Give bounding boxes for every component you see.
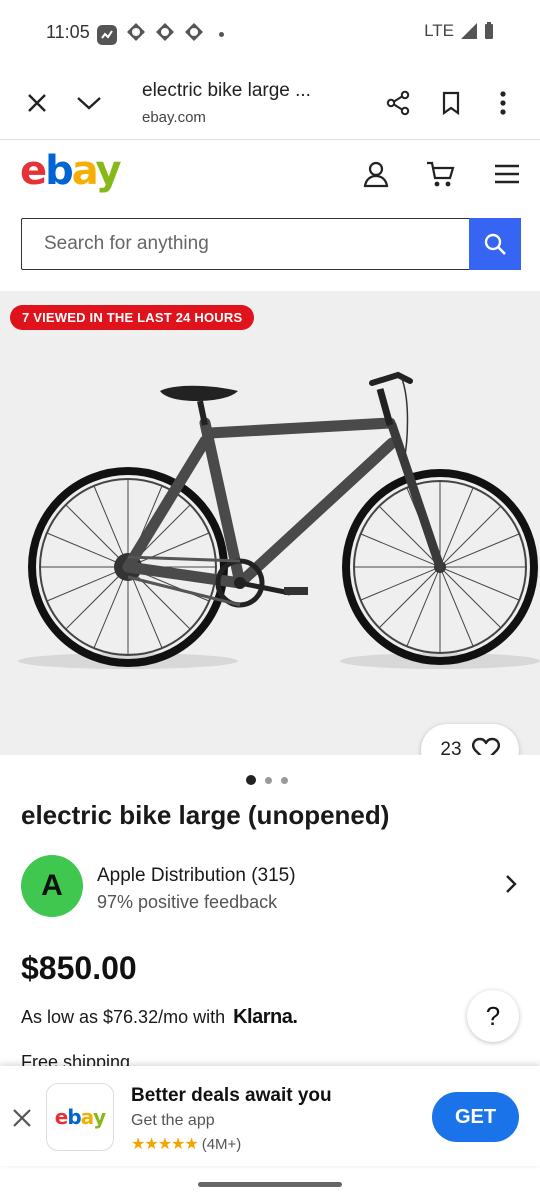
star-rating-icon: ★★★★★ [131,1136,199,1153]
product-image-bike [18,371,540,669]
pager-dot[interactable] [281,776,288,784]
status-bar: 11:05 LTE [0,0,540,66]
banner-title: Better deals await you [131,1085,332,1106]
account-icon[interactable] [360,158,392,190]
cart-icon[interactable] [425,158,457,190]
network-label: LTE [424,21,454,40]
ebay-logo[interactable]: ebay [20,148,122,194]
financing-line[interactable]: As low as $76.32/mo with Klarna. [21,1006,298,1029]
financing-text: As low as $76.32/mo with [21,1007,226,1027]
product-image-carousel[interactable]: 7 VIEWED IN THE LAST 24 HOURS 23 [0,291,540,755]
banner-subtitle: Get the app [131,1112,215,1129]
seller-card[interactable]: A Apple Distribution (315) 97% positive … [21,855,520,917]
klarna-logo: Klarna. [233,1006,298,1028]
more-vertical-icon[interactable] [488,88,518,118]
trend-notification-icon [97,24,117,45]
app-notification-icon [126,22,146,47]
status-time: 11:05 [46,22,90,42]
close-icon[interactable] [10,1106,34,1130]
page-title[interactable]: electric bike large ... [142,80,311,102]
gesture-nav-bar[interactable] [198,1182,342,1187]
close-icon[interactable] [22,88,52,118]
pager-dot[interactable] [265,776,272,784]
price: $850.00 [21,950,137,986]
bookmark-icon[interactable] [436,88,466,118]
app-notification-icon [184,22,204,47]
heart-icon [471,737,500,755]
ebay-app-icon: ebay [46,1083,114,1151]
get-app-button[interactable]: GET [432,1092,519,1142]
app-install-banner: ebay Better deals await you Get the app … [0,1066,540,1166]
help-button[interactable]: ? [467,990,519,1042]
battery-icon [485,22,493,39]
notification-icons [97,22,224,47]
search-button[interactable] [468,217,521,270]
app-notification-icon [155,22,175,47]
rating-count: (4M+) [201,1135,242,1153]
app-rating: ★★★★★ (4M+) [131,1134,241,1154]
watch-button[interactable]: 23 [421,724,519,755]
seller-name: Apple Distribution (315) [97,865,296,886]
menu-icon[interactable] [491,158,523,190]
image-pager [246,775,288,785]
more-notifications-dot [219,32,224,37]
signal-icon [461,23,477,39]
search-input[interactable] [22,219,469,269]
status-right: LTE [424,21,494,41]
viewed-badge: 7 VIEWED IN THE LAST 24 HOURS [10,305,255,330]
seller-avatar: A [21,855,83,917]
seller-feedback: 97% positive feedback [97,892,278,912]
share-icon[interactable] [383,88,413,118]
search-bar [21,217,521,270]
chevron-down-icon[interactable] [74,88,104,118]
watch-count: 23 [440,739,462,755]
site-header: ebay [0,140,540,290]
page-domain[interactable]: ebay.com [142,109,206,126]
chevron-right-icon [504,873,518,900]
product-title: electric bike large (unopened) [21,800,390,830]
search-icon [484,233,506,255]
browser-toolbar: electric bike large ... ebay.com [0,66,540,140]
question-icon: ? [485,1000,501,1031]
pager-dot[interactable] [246,775,256,785]
